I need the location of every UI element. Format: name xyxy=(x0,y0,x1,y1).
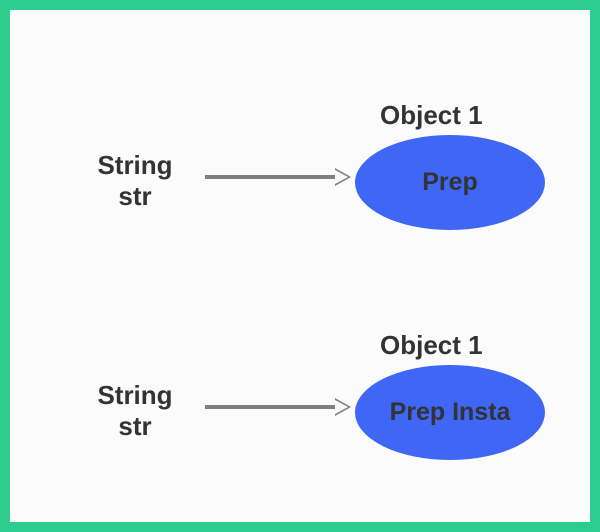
arrow-icon xyxy=(205,405,335,409)
diagram-frame: String str Object 1 Prep String str Obje… xyxy=(0,0,600,532)
object-ellipse-2: Prep Insta xyxy=(355,365,545,460)
reference-diagram-1: String str Object 1 Prep xyxy=(10,90,590,270)
reference-diagram-2: String str Object 1 Prep Insta xyxy=(10,320,590,500)
variable-type-2: String xyxy=(97,380,172,410)
object-title-1: Object 1 xyxy=(380,100,483,131)
variable-label-2: String str xyxy=(70,380,200,442)
variable-name-2: str xyxy=(70,411,200,442)
object-title-2: Object 1 xyxy=(380,330,483,361)
variable-label-1: String str xyxy=(70,150,200,212)
variable-type-1: String xyxy=(97,150,172,180)
object-value-2: Prep Insta xyxy=(390,398,511,427)
object-ellipse-1: Prep xyxy=(355,135,545,230)
variable-name-1: str xyxy=(70,181,200,212)
arrow-icon xyxy=(205,175,335,179)
object-value-1: Prep xyxy=(422,168,478,197)
